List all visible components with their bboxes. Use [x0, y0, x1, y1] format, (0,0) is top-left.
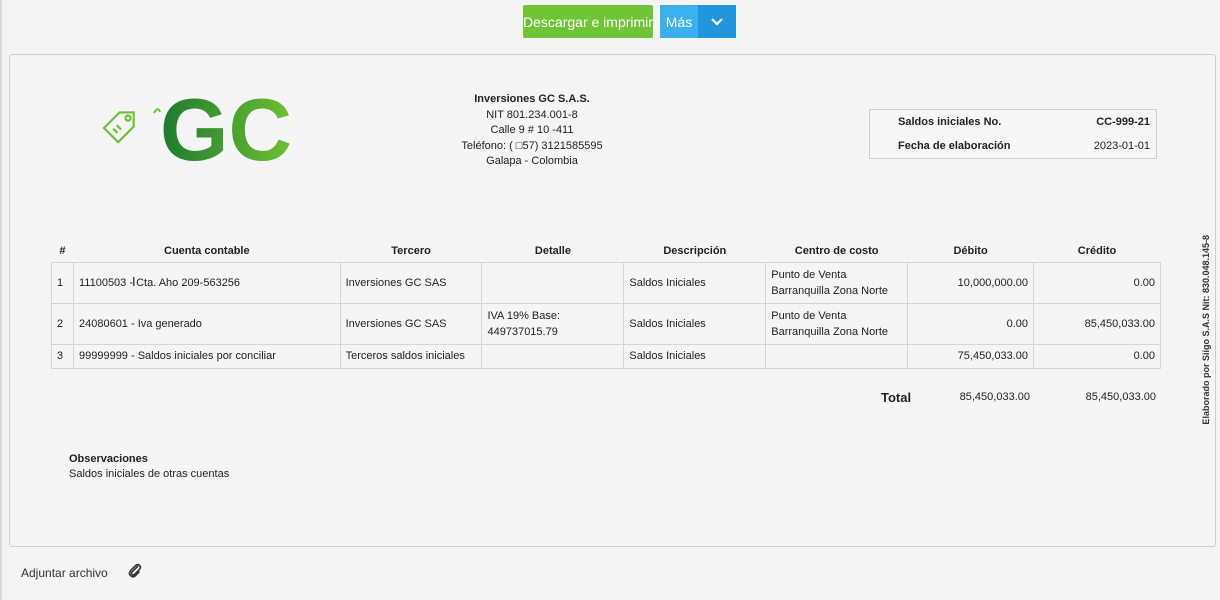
- row-detail: [481, 343, 625, 369]
- total-debit: 85,450,033.00: [959, 391, 1030, 403]
- col-header-detail: Detalle: [534, 244, 571, 257]
- company-name: Inversiones GC S.A.S.: [474, 93, 590, 105]
- attach-file-label[interactable]: Adjuntar archivo: [21, 566, 108, 580]
- row-debit: 10,000,000.00: [907, 261, 1035, 304]
- col-header-description: Descripción: [663, 244, 727, 257]
- company-address: Calle 9 # 10 -411: [490, 124, 574, 136]
- table-row: 2 24080601 - Iva generado Inversiones GC…: [51, 302, 1161, 345]
- document-meta-box: Saldos iniciales No. CC-999-21 Fecha de …: [869, 109, 1157, 159]
- row-description: Saldos Iniciales: [623, 302, 767, 345]
- col-header-account: Cuenta contable: [164, 244, 250, 257]
- company-info: Inversiones GC S.A.S. NIT 801.234.001-8 …: [420, 92, 644, 170]
- row-detail: IVA 19% Base: 449737015.79: [481, 302, 625, 345]
- col-header-third-party: Tercero: [391, 244, 431, 257]
- table-row: 1 11100503 - Cta. Aho 209-563256 Inversi…: [51, 261, 1161, 304]
- observations-text: Saldos iniciales de otras cuentas: [69, 468, 230, 480]
- col-header-debit: Débito: [953, 244, 988, 257]
- meta-date-value: 2023-01-01: [1093, 140, 1150, 152]
- row-credit: 0.00: [1033, 261, 1161, 304]
- row-cost-center: Punto de Venta Barranquilla Zona Norte: [765, 261, 909, 304]
- more-dropdown-button[interactable]: Más: [660, 5, 736, 38]
- row-cost-center: Punto de Venta Barranquilla Zona Norte: [765, 302, 909, 345]
- vendor-side-note: Elaborado por Siigo S.A.S Nit: 830.048.1…: [1186, 205, 1220, 455]
- row-debit: 0.00: [907, 302, 1035, 345]
- paperclip-icon[interactable]: [128, 563, 142, 582]
- text-cursor-icon: I: [132, 274, 136, 289]
- row-account: 24080601 - Iva generado: [72, 302, 341, 345]
- col-header-number: #: [59, 244, 66, 257]
- col-header-credit: Crédito: [1077, 244, 1117, 257]
- table-row: 3 99999999 - Saldos iniciales por concil…: [51, 343, 1161, 369]
- row-credit: 0.00: [1033, 343, 1161, 369]
- row-account: 11100503 - Cta. Aho 209-563256: [72, 261, 341, 304]
- logo-text: GC: [160, 88, 292, 168]
- attach-file-link[interactable]: Adjuntar archivo: [21, 563, 142, 582]
- download-print-button[interactable]: Descargar e imprimir: [523, 5, 653, 38]
- row-cost-center: [765, 343, 909, 369]
- chevron-down-icon[interactable]: [698, 5, 736, 38]
- company-location: Galapa - Colombia: [486, 155, 578, 167]
- row-number: 1: [51, 261, 74, 304]
- row-third-party: Inversiones GC SAS: [339, 302, 483, 345]
- company-phone: Teléfono: ( □57) 3121585595: [461, 139, 603, 152]
- total-label: Total: [881, 390, 912, 405]
- row-number: 3: [51, 343, 74, 369]
- row-debit: 75,450,033.00: [907, 343, 1035, 369]
- entries-table: # Cuenta contable Tercero Detalle Descri…: [51, 240, 1161, 369]
- row-account: 99999999 - Saldos iniciales por concilia…: [72, 343, 341, 369]
- row-third-party: Inversiones GC SAS: [339, 261, 483, 304]
- company-logo: GC: [102, 80, 322, 179]
- row-description: Saldos Iniciales: [623, 261, 767, 304]
- col-header-cost-center: Centro de costo: [794, 244, 879, 257]
- document-preview: GC Inversiones GC S.A.S. NIT 801.234.001…: [9, 54, 1216, 547]
- row-third-party: Terceros saldos iniciales: [339, 343, 483, 369]
- row-description: Saldos Iniciales: [623, 343, 767, 369]
- observations-title: Observaciones: [69, 453, 148, 465]
- total-credit: 85,450,033.00: [1085, 391, 1156, 403]
- meta-date-label: Fecha de elaboración: [898, 140, 1011, 152]
- company-nit: NIT 801.234.001-8: [486, 108, 578, 121]
- meta-number-value: CC-999-21: [1096, 116, 1150, 128]
- more-button-label[interactable]: Más: [660, 5, 698, 38]
- row-credit: 85,450,033.00: [1033, 302, 1161, 345]
- row-number: 2: [51, 302, 74, 345]
- vendor-side-note-text: Elaborado por Siigo S.A.S Nit: 830.048.1…: [1201, 235, 1211, 425]
- meta-number-label: Saldos iniciales No.: [898, 116, 1002, 128]
- row-detail: [481, 261, 625, 304]
